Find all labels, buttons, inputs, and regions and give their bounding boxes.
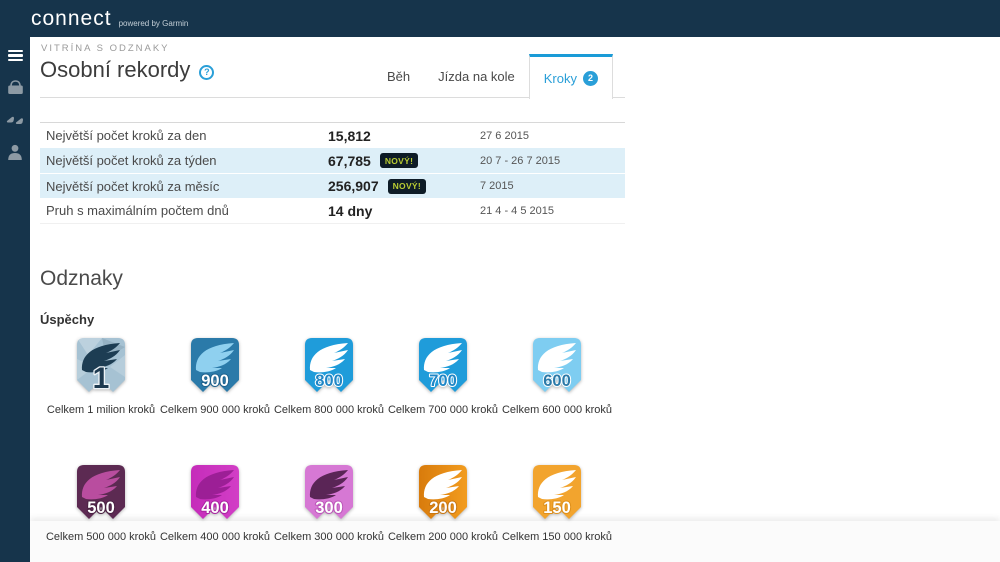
records-table: Největší počet kroků za den 15,812 27 6 20… (40, 122, 625, 224)
tab-label: Jízda na kole (438, 69, 515, 84)
tab-kroky[interactable]: Kroky 2 (529, 54, 613, 99)
badge-300[interactable]: 300 Celkem 300 000 kroků (272, 464, 386, 543)
badge-ribbon-icon: 1 (76, 337, 126, 395)
record-value: 15,812 (328, 128, 371, 144)
record-date: 27 6 2015 (480, 130, 529, 142)
title-row: Osobní rekordy ? (40, 57, 214, 83)
svg-text:800: 800 (315, 372, 343, 390)
badge-label: Celkem 200 000 kroků (388, 531, 498, 543)
badge-600[interactable]: 600 Celkem 600 000 kroků (500, 337, 614, 416)
badge-ribbon-icon: 400 (190, 464, 240, 522)
badge-row-1: 1 Celkem 1 milion kroků 900 Celkem 900 000 … (44, 337, 614, 416)
record-value: 256,907NOVÝ! (328, 178, 426, 194)
badge-150[interactable]: 150 Celkem 150 000 kroků (500, 464, 614, 543)
badge-200[interactable]: 200 Celkem 200 000 kroků (386, 464, 500, 543)
app-header: connect powered by Garmin (0, 0, 1000, 37)
record-label: Největší počet kroků za den (46, 128, 206, 143)
svg-text:200: 200 (429, 499, 457, 517)
svg-text:900: 900 (201, 372, 229, 390)
breadcrumb[interactable]: VITRÍNA S ODZNAKY (41, 43, 170, 54)
svg-text:700: 700 (429, 372, 457, 390)
sidebar (0, 37, 30, 562)
record-row: Největší počet kroků za měsíc 256,907NOVÝ… (40, 173, 625, 198)
badge-ribbon-icon: 900 (190, 337, 240, 395)
page-title: Osobní rekordy (40, 57, 190, 83)
badge-label: Celkem 300 000 kroků (274, 531, 384, 543)
tab-label: Kroky (544, 71, 577, 86)
badge-400[interactable]: 400 Celkem 400 000 kroků (158, 464, 272, 543)
badge-800[interactable]: 800 Celkem 800 000 kroků (272, 337, 386, 416)
record-label: Největší počet kroků za týden (46, 153, 217, 168)
badge-500[interactable]: 500 Celkem 500 000 kroků (44, 464, 158, 543)
badge-label: Celkem 500 000 kroků (46, 531, 156, 543)
profile-icon[interactable] (6, 144, 24, 159)
badge-ribbon-icon: 500 (76, 464, 126, 522)
badge-1[interactable]: 1 Celkem 1 milion kroků (44, 337, 158, 416)
badge-ribbon-icon: 200 (418, 464, 468, 522)
tab-count-badge: 2 (583, 71, 598, 86)
record-date: 21 4 - 4 5 2015 (480, 205, 554, 217)
badge-ribbon-icon: 700 (418, 337, 468, 395)
badge-ribbon-icon: 800 (304, 337, 354, 395)
badge-ribbon-icon: 150 (532, 464, 582, 522)
record-row: Pruh s maximálním počtem dnů 14 dny 21 4 -… (40, 198, 625, 223)
help-icon[interactable]: ? (199, 65, 214, 80)
record-row: Největší počet kroků za týden 67,785NOVÝ!… (40, 148, 625, 173)
badges-section-title: Odznaky (40, 267, 123, 291)
logo-tagline: powered by Garmin (119, 19, 189, 28)
tab-label: Běh (387, 69, 410, 84)
badge-700[interactable]: 700 Celkem 700 000 kroků (386, 337, 500, 416)
achievements-title: Úspěchy (40, 312, 94, 327)
record-value: 67,785NOVÝ! (328, 153, 418, 169)
new-record-badge: NOVÝ! (388, 179, 426, 194)
tab-jízda-na-kole[interactable]: Jízda na kole (424, 54, 529, 98)
tabs: Běh Jízda na kole Kroky 2 (373, 54, 613, 98)
badge-label: Celkem 600 000 kroků (502, 404, 612, 416)
inbox-icon[interactable] (6, 80, 24, 95)
record-date: 7 2015 (480, 180, 514, 192)
badge-label: Celkem 1 milion kroků (47, 404, 155, 416)
badge-label: Celkem 150 000 kroků (502, 531, 612, 543)
new-record-badge: NOVÝ! (380, 153, 418, 168)
svg-text:150: 150 (543, 499, 571, 517)
badge-label: Celkem 900 000 kroků (160, 404, 270, 416)
badge-ribbon-icon: 600 (532, 337, 582, 395)
svg-text:600: 600 (543, 372, 571, 390)
activities-icon[interactable] (6, 112, 24, 127)
badge-label: Celkem 700 000 kroků (388, 404, 498, 416)
svg-text:1: 1 (93, 362, 110, 395)
badge-row-2: 500 Celkem 500 000 kroků 400 Celkem 400 000… (44, 464, 614, 543)
main-content: VITRÍNA S ODZNAKY Osobní rekordy ? Běh Jí… (30, 37, 1000, 562)
svg-text:500: 500 (87, 499, 115, 517)
menu-icon[interactable] (6, 48, 24, 63)
connect-logo[interactable]: connect (31, 7, 112, 31)
record-label: Největší počet kroků za měsíc (46, 179, 219, 194)
svg-text:300: 300 (315, 499, 343, 517)
record-value: 14 dny (328, 203, 372, 219)
badge-label: Celkem 400 000 kroků (160, 531, 270, 543)
badge-ribbon-icon: 300 (304, 464, 354, 522)
svg-text:400: 400 (201, 499, 229, 517)
hamburger-bars (8, 50, 23, 62)
badge-label: Celkem 800 000 kroků (274, 404, 384, 416)
badge-900[interactable]: 900 Celkem 900 000 kroků (158, 337, 272, 416)
record-row: Největší počet kroků za den 15,812 27 6 20… (40, 123, 625, 148)
record-label: Pruh s maximálním počtem dnů (46, 203, 229, 218)
tab-běh[interactable]: Běh (373, 54, 424, 98)
record-date: 20 7 - 26 7 2015 (480, 155, 560, 167)
